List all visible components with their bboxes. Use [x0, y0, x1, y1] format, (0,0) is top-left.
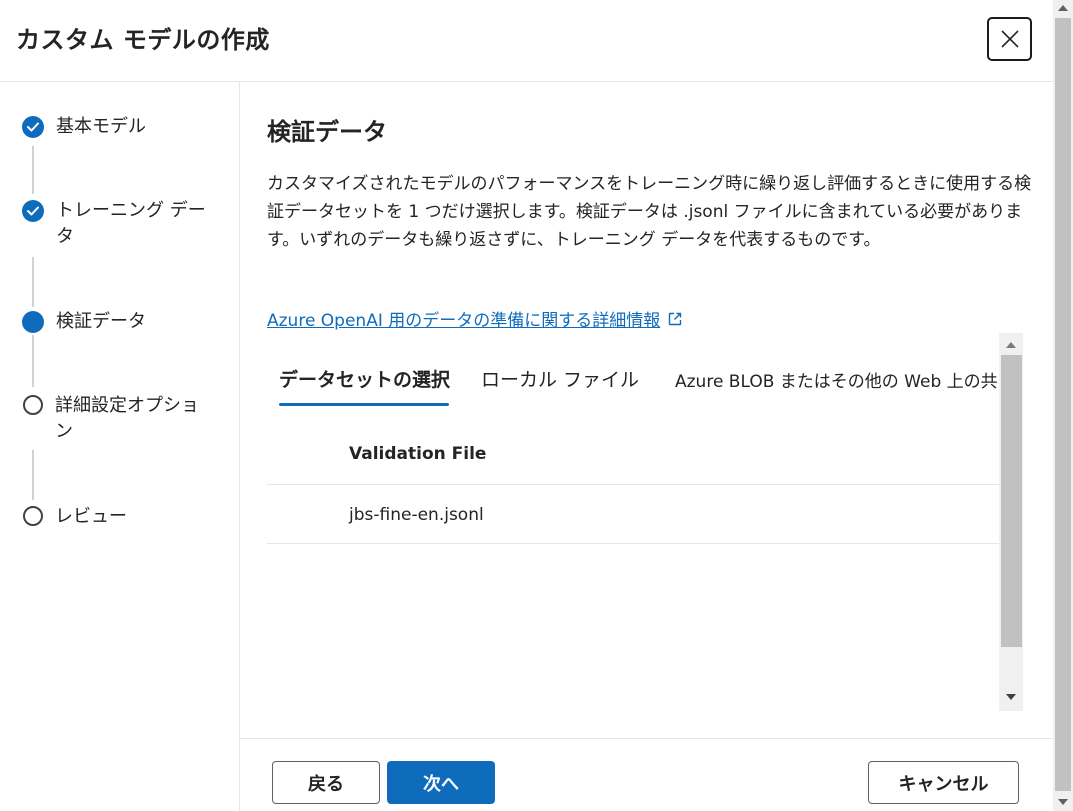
validation-file-cell: jbs-fine-en.jsonl: [349, 505, 484, 525]
step-connector: [32, 146, 34, 194]
tab-select-dataset[interactable]: データセットの選択: [279, 365, 450, 392]
external-link-icon: [669, 312, 682, 325]
scroll-down-icon[interactable]: [1006, 694, 1016, 700]
learn-more-link[interactable]: Azure OpenAI 用のデータの準備に関する詳細情報: [267, 306, 682, 331]
step-label: 検証データ: [56, 311, 146, 332]
dialog-scrollbar[interactable]: [1053, 0, 1073, 811]
current-step-icon: [22, 311, 44, 333]
checkmark-icon: [22, 116, 44, 138]
dialog-footer: 戻る 次へ キャンセル: [240, 738, 1053, 811]
dataset-panel: データセットの選択 ローカル ファイル Azure BLOB またはその他の W…: [267, 333, 1023, 711]
scroll-up-icon[interactable]: [1058, 5, 1068, 11]
wizard-stepper: 基本モデル トレーニング データ 検証データ 詳細設定オプション レビュー: [0, 82, 240, 811]
cancel-button[interactable]: キャンセル: [868, 761, 1019, 804]
dialog-title: カスタム モデルの作成: [16, 26, 270, 54]
checkmark-icon: [22, 200, 44, 222]
step-label: 詳細設定オプション: [55, 395, 199, 442]
source-tabs: データセットの選択 ローカル ファイル Azure BLOB またはその他の W…: [267, 333, 999, 408]
step-advanced-options[interactable]: 詳細設定オプション: [22, 395, 215, 445]
column-header-validation-file[interactable]: Validation File: [349, 444, 486, 464]
scrollbar-thumb[interactable]: [1055, 18, 1071, 791]
close-button[interactable]: [987, 17, 1032, 61]
scroll-up-icon[interactable]: [1006, 342, 1016, 348]
table-row[interactable]: jbs-fine-en.jsonl: [267, 485, 999, 544]
section-title: 検証データ: [267, 118, 387, 146]
pending-step-icon: [23, 395, 43, 415]
next-button[interactable]: 次へ: [387, 761, 495, 804]
step-base-model[interactable]: 基本モデル: [22, 116, 146, 140]
dialog-header: カスタム モデルの作成: [0, 0, 1053, 82]
step-connector: [32, 257, 34, 307]
step-label: 基本モデル: [56, 116, 146, 137]
step-validation-data[interactable]: 検証データ: [22, 311, 146, 335]
grid-header: Validation File: [267, 423, 999, 485]
step-connector: [32, 335, 34, 387]
tab-azure-blob[interactable]: Azure BLOB またはその他の Web 上の共: [675, 367, 998, 392]
pending-step-icon: [23, 506, 43, 526]
step-review[interactable]: レビュー: [22, 506, 127, 530]
step-training-data[interactable]: トレーニング データ: [22, 200, 206, 250]
tab-local-file[interactable]: ローカル ファイル: [481, 365, 639, 392]
learn-more-link-text: Azure OpenAI 用のデータの準備に関する詳細情報: [267, 311, 661, 331]
back-button[interactable]: 戻る: [272, 761, 380, 804]
scroll-down-icon[interactable]: [1058, 799, 1068, 805]
step-label: レビュー: [55, 506, 127, 527]
step-label: トレーニング データ: [56, 200, 206, 247]
step-connector: [32, 450, 34, 500]
validation-file-grid: Validation File jbs-fine-en.jsonl: [267, 423, 999, 544]
section-description: カスタマイズされたモデルのパフォーマンスをトレーニング時に繰り返し評価するときに…: [267, 174, 1032, 250]
close-icon: [1000, 30, 1019, 48]
scrollbar-thumb[interactable]: [1001, 355, 1022, 647]
panel-scrollbar[interactable]: [999, 333, 1023, 711]
active-tab-indicator: [279, 403, 449, 406]
